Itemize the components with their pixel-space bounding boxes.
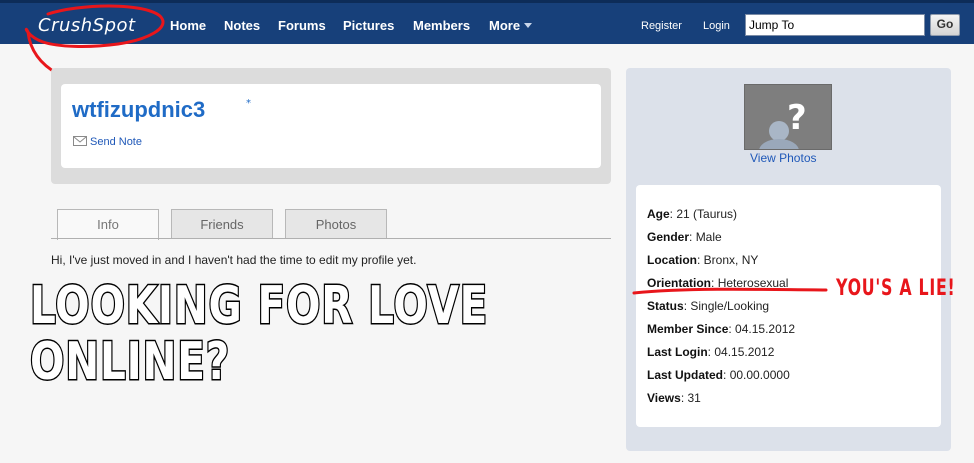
detail-value: 04.15.2012	[714, 345, 775, 359]
avatar[interactable]: ?	[744, 84, 832, 150]
tab-info[interactable]: Info	[57, 209, 159, 240]
detail-label: Last Login	[647, 345, 708, 359]
red-annotation: YOU'S A LIE!	[836, 276, 956, 301]
go-button[interactable]: Go	[930, 14, 960, 36]
default-avatar-icon: ?	[745, 85, 831, 149]
detail-label: Location	[647, 253, 697, 267]
nav-more[interactable]: More	[489, 18, 533, 33]
nav-pictures[interactable]: Pictures	[343, 18, 394, 33]
detail-value: Single/Looking	[690, 299, 770, 313]
detail-value: Male	[695, 230, 722, 244]
profile-bio: Hi, I've just moved in and I haven't had…	[51, 253, 417, 267]
chevron-down-icon	[524, 23, 533, 28]
detail-value: Bronx, NY	[703, 253, 759, 267]
nav-members[interactable]: Members	[413, 18, 470, 33]
tab-photos[interactable]: Photos	[285, 209, 387, 239]
detail-label: Views	[647, 391, 681, 405]
detail-label: Member Since	[647, 322, 729, 336]
detail-value: 31	[687, 391, 701, 405]
detail-value: 00.00.0000	[729, 368, 790, 382]
send-note-link[interactable]: Send Note	[73, 136, 142, 148]
svg-text:?: ?	[787, 98, 807, 138]
detail-label: Age	[647, 207, 670, 221]
detail-last-login: Last Login: 04.15.2012	[647, 345, 775, 359]
detail-age: Age: 21 (Taurus)	[647, 207, 738, 221]
detail-gender: Gender: Male	[647, 230, 722, 244]
profile-username: wtfizupdnic3	[72, 97, 206, 122]
red-underline-scribble	[632, 287, 828, 295]
detail-label: Last Updated	[647, 368, 724, 382]
username-asterisk: *	[246, 98, 251, 109]
jump-to-input[interactable]	[745, 14, 925, 36]
red-circle-scribble	[24, 4, 165, 77]
meme-caption: LOOKING FOR LOVE ONLINE?	[29, 276, 489, 392]
meme-line-1: LOOKING FOR LOVE	[29, 276, 489, 336]
nav-home[interactable]: Home	[170, 18, 206, 33]
register-link[interactable]: Register	[641, 20, 682, 32]
envelope-icon	[73, 136, 87, 146]
detail-member-since: Member Since: 04.15.2012	[647, 322, 796, 336]
detail-value: 21 (Taurus)	[676, 207, 738, 221]
meme-line-2: ONLINE?	[29, 332, 231, 392]
detail-label: Status	[647, 299, 684, 313]
send-note-label: Send Note	[90, 136, 142, 148]
detail-views: Views: 31	[647, 391, 701, 405]
detail-status: Status: Single/Looking	[647, 299, 770, 313]
tab-divider	[51, 238, 611, 239]
detail-value: 04.15.2012	[735, 322, 796, 336]
detail-location: Location: Bronx, NY	[647, 253, 759, 267]
nav-forums[interactable]: Forums	[278, 18, 326, 33]
nav-more-label: More	[489, 18, 521, 33]
detail-label: Gender	[647, 230, 690, 244]
view-photos-link[interactable]: View Photos	[750, 151, 817, 165]
login-link[interactable]: Login	[703, 20, 730, 32]
tab-friends[interactable]: Friends	[171, 209, 273, 239]
nav-notes[interactable]: Notes	[224, 18, 260, 33]
detail-last-updated: Last Updated: 00.00.0000	[647, 368, 790, 382]
